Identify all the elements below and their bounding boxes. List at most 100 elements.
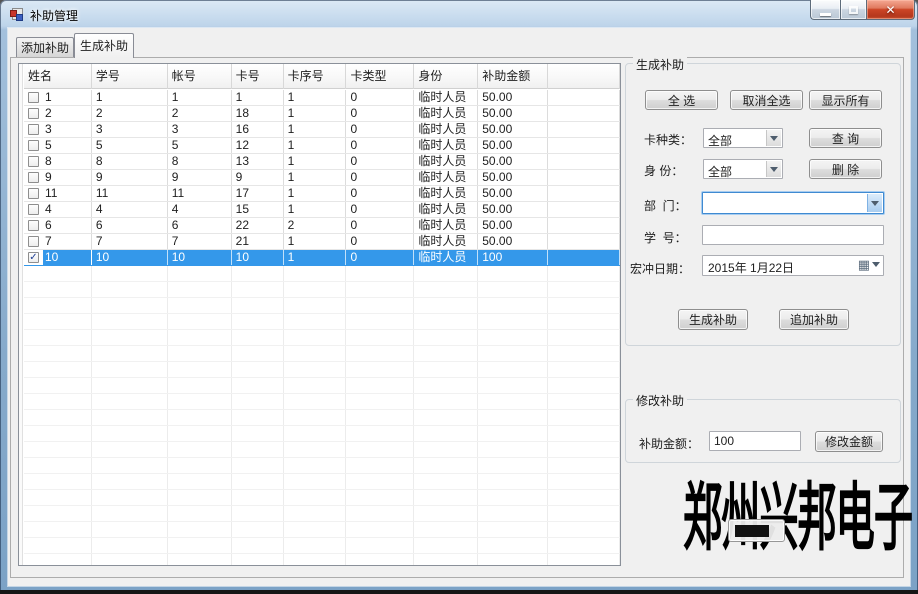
table-cell: 6 [92, 218, 168, 233]
table-row-empty [24, 346, 620, 362]
table-row-0[interactable]: 111110临时人员50.00 [24, 90, 620, 106]
minimize-button[interactable] [810, 0, 840, 20]
card-type-select[interactable]: 全部 [703, 128, 783, 148]
amount-label: 补助金额： [639, 435, 699, 452]
calendar-icon: ▦ [858, 258, 870, 271]
table-cell [24, 298, 92, 313]
table-row-4[interactable]: 8881310临时人员50.00 [24, 154, 620, 170]
table-row-1[interactable]: 2221810临时人员50.00 [24, 106, 620, 122]
column-header-6[interactable]: 身份 [414, 64, 478, 89]
table-cell [478, 362, 548, 377]
table-cell [168, 266, 232, 281]
column-header-1[interactable]: 学号 [92, 64, 168, 89]
table-row-10[interactable]: ✓1010101010临时人员100 [24, 250, 620, 266]
grid-body: 111110临时人员50.002221810临时人员50.003331610临时… [24, 90, 620, 565]
table-cell [478, 410, 548, 425]
show-all-button[interactable]: 显示所有 [809, 90, 882, 110]
table-cell: 50.00 [478, 138, 548, 153]
department-select[interactable] [702, 192, 884, 214]
checkbox-cell [24, 138, 43, 153]
amount-input[interactable] [709, 431, 801, 451]
delete-button[interactable]: 删 除 [809, 159, 882, 179]
table-row-empty [24, 426, 620, 442]
row-checkbox[interactable] [28, 108, 39, 119]
table-cell [548, 154, 620, 169]
table-cell: 15 [232, 202, 284, 217]
table-cell [414, 506, 478, 521]
tab-add-subsidy[interactable]: 添加补助 [16, 37, 74, 57]
table-cell: 1 [284, 138, 347, 153]
table-cell: ✓10 [24, 250, 92, 265]
row-checkbox[interactable]: ✓ [28, 252, 39, 263]
maximize-button[interactable] [840, 0, 867, 20]
table-row-7[interactable]: 4441510临时人员50.00 [24, 202, 620, 218]
table-cell [168, 522, 232, 537]
select-all-button[interactable]: 全 选 [645, 90, 718, 110]
table-cell [346, 282, 414, 297]
subsidy-grid[interactable]: 姓名学号帐号卡号卡序号卡类型身份补助金额 111110临时人员50.002221… [18, 63, 621, 566]
column-header-5[interactable]: 卡类型 [346, 64, 414, 89]
table-row-2[interactable]: 3331610临时人员50.00 [24, 122, 620, 138]
row-checkbox[interactable] [28, 188, 39, 199]
table-cell: 临时人员 [414, 170, 478, 185]
table-cell [346, 426, 414, 441]
table-cell [232, 282, 284, 297]
window-controls: ✕ [810, 0, 915, 20]
name-cell-text: 4 [43, 202, 91, 217]
table-cell [24, 362, 92, 377]
table-cell [548, 186, 620, 201]
column-header-4[interactable]: 卡序号 [284, 64, 347, 89]
table-row-6[interactable]: 1111111710临时人员50.00 [24, 186, 620, 202]
generate-subsidy-button[interactable]: 生成补助 [678, 309, 748, 330]
table-cell [478, 346, 548, 361]
query-button[interactable]: 查 询 [809, 128, 882, 148]
column-header-0[interactable]: 姓名 [24, 64, 92, 89]
table-cell [548, 330, 620, 345]
table-cell [168, 378, 232, 393]
recharge-date-picker[interactable]: 2015年 1月22日 ▦ [702, 255, 884, 276]
table-cell [24, 442, 92, 457]
column-header-2[interactable]: 帐号 [168, 64, 232, 89]
identity-select[interactable]: 全部 [703, 159, 783, 179]
table-cell [548, 138, 620, 153]
table-cell: 5 [24, 138, 92, 153]
table-cell: 2 [24, 106, 92, 121]
table-cell [284, 298, 347, 313]
row-checkbox[interactable] [28, 220, 39, 231]
deselect-all-button[interactable]: 取消全选 [730, 90, 803, 110]
row-checkbox[interactable] [28, 92, 39, 103]
column-header-3[interactable]: 卡号 [232, 64, 284, 89]
table-cell [346, 442, 414, 457]
table-cell [284, 506, 347, 521]
table-cell [92, 346, 168, 361]
table-cell [284, 346, 347, 361]
checkbox-cell: ✓ [24, 250, 43, 265]
tab-generate-subsidy[interactable]: 生成补助 [74, 33, 134, 58]
append-subsidy-button[interactable]: 追加补助 [779, 309, 849, 330]
table-row-5[interactable]: 999910临时人员50.00 [24, 170, 620, 186]
table-cell [346, 522, 414, 537]
row-checkbox[interactable] [28, 204, 39, 215]
table-row-3[interactable]: 5551210临时人员50.00 [24, 138, 620, 154]
modify-amount-button[interactable]: 修改金额 [815, 431, 883, 452]
table-row-9[interactable]: 7772110临时人员50.00 [24, 234, 620, 250]
column-header-7[interactable]: 补助金额 [478, 64, 548, 89]
table-cell: 1 [284, 122, 347, 137]
table-cell: 7 [24, 234, 92, 249]
student-id-input[interactable] [702, 225, 884, 245]
name-cell-text: 7 [43, 234, 91, 249]
row-checkbox[interactable] [28, 156, 39, 167]
table-row-8[interactable]: 6662220临时人员50.00 [24, 218, 620, 234]
row-checkbox[interactable] [28, 124, 39, 135]
table-cell: 1 [284, 106, 347, 121]
row-checkbox[interactable] [28, 236, 39, 247]
table-cell: 13 [232, 154, 284, 169]
table-cell [284, 554, 347, 566]
table-cell [284, 410, 347, 425]
close-button[interactable]: ✕ [867, 0, 915, 20]
titlebar[interactable]: 补助管理 [0, 0, 918, 28]
table-cell: 6 [168, 218, 232, 233]
table-cell [24, 282, 92, 297]
row-checkbox[interactable] [28, 172, 39, 183]
row-checkbox[interactable] [28, 140, 39, 151]
